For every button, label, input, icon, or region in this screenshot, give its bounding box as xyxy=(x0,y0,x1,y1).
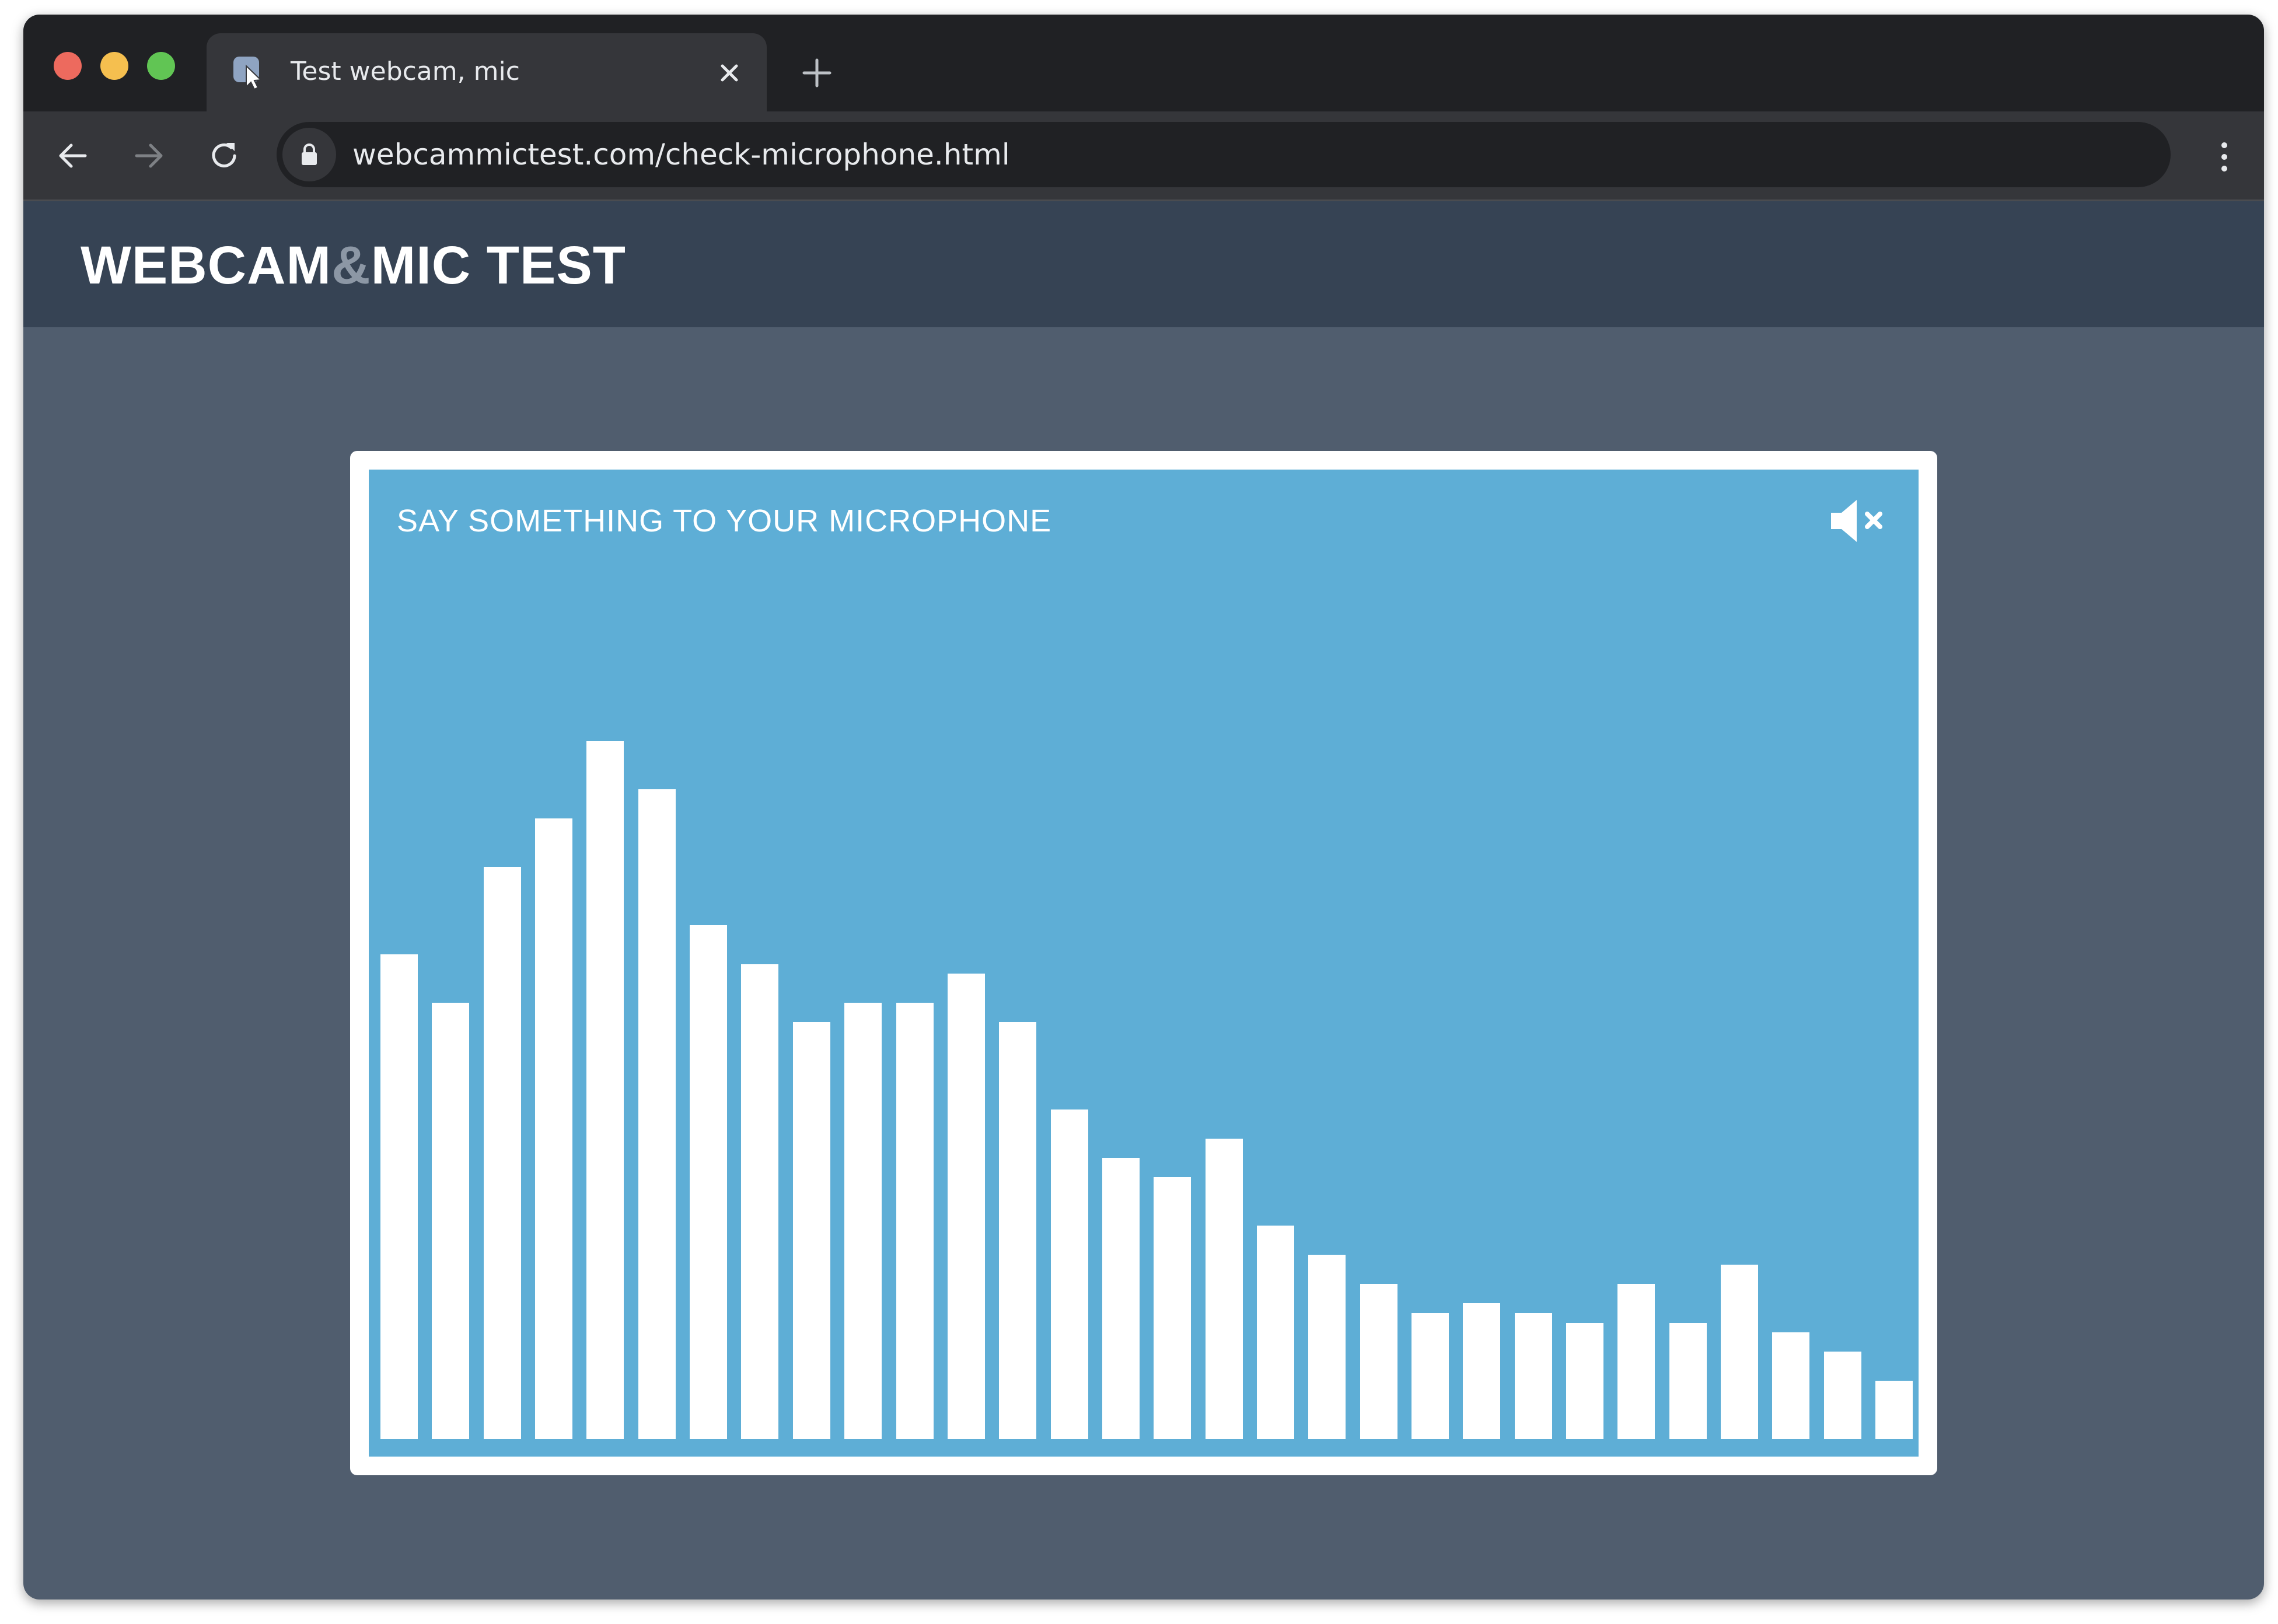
close-icon[interactable] xyxy=(713,57,746,89)
frequency-bar xyxy=(1617,1284,1655,1439)
logo-part2: MIC TEST xyxy=(371,236,626,295)
frequency-bar xyxy=(1051,1110,1088,1439)
frequency-bar xyxy=(1772,1332,1809,1439)
site-logo[interactable]: WEBCAM&MIC TEST xyxy=(81,234,626,297)
url-text[interactable]: webcammictest.com/check-microphone.html xyxy=(352,135,1010,174)
frequency-bar xyxy=(896,1003,934,1439)
frequency-bar xyxy=(999,1022,1036,1439)
browser-toolbar: webcammictest.com/check-microphone.html xyxy=(23,111,2264,201)
frequency-bar xyxy=(1102,1158,1140,1439)
tab-strip: Test webcam, mic xyxy=(23,15,2264,111)
frequency-bar xyxy=(1566,1323,1603,1439)
frequency-bar xyxy=(432,1003,469,1439)
frequency-bar xyxy=(1360,1284,1397,1439)
frequency-bar xyxy=(1257,1226,1294,1439)
close-window-button[interactable] xyxy=(54,52,82,80)
frequency-bar xyxy=(380,954,418,1439)
frequency-bar xyxy=(1721,1265,1758,1439)
arrow-right-icon[interactable] xyxy=(131,137,168,174)
frequency-bar xyxy=(1411,1313,1449,1439)
site-header: WEBCAM&MIC TEST xyxy=(23,201,2264,327)
plus-icon[interactable] xyxy=(799,55,834,90)
frequency-bar xyxy=(741,964,778,1439)
frequency-bar xyxy=(1824,1352,1861,1439)
frequency-bar xyxy=(1154,1177,1191,1439)
minimize-window-button[interactable] xyxy=(100,52,128,80)
tab-title: Test webcam, mic xyxy=(291,57,520,86)
browser-tab[interactable]: Test webcam, mic xyxy=(207,33,767,111)
panel-title: SAY SOMETHING TO YOUR MICROPHONE xyxy=(397,503,1052,538)
frequency-bar xyxy=(484,867,521,1439)
logo-part1: WEBCAM xyxy=(81,236,332,295)
frequency-bar xyxy=(1669,1323,1707,1439)
frequency-bar xyxy=(638,789,676,1439)
frequency-bar xyxy=(1875,1381,1913,1439)
frequency-bar xyxy=(1515,1313,1552,1439)
frequency-bar xyxy=(1206,1139,1243,1439)
microphone-test-panel: SAY SOMETHING TO YOUR MICROPHONE xyxy=(350,451,1937,1475)
address-bar[interactable]: webcammictest.com/check-microphone.html xyxy=(277,122,2171,187)
frequency-bar xyxy=(1308,1255,1346,1439)
site-info-button[interactable] xyxy=(282,128,336,181)
arrow-left-icon[interactable] xyxy=(54,137,91,174)
more-vertical-icon[interactable] xyxy=(2213,138,2236,176)
speaker-muted-icon[interactable] xyxy=(1826,495,1891,547)
audio-visualizer: SAY SOMETHING TO YOUR MICROPHONE xyxy=(369,470,1919,1457)
frequency-bar xyxy=(690,925,727,1439)
frequency-bar xyxy=(844,1003,882,1439)
lock-icon xyxy=(302,144,317,165)
reload-icon[interactable] xyxy=(205,137,243,174)
browser-window: Test webcam, mic webcammictest.com/check… xyxy=(23,15,2264,1600)
frequency-bar xyxy=(1463,1303,1500,1439)
frequency-bar xyxy=(948,974,985,1439)
logo-ampersand: & xyxy=(331,236,371,295)
maximize-window-button[interactable] xyxy=(147,52,175,80)
frequency-bar xyxy=(535,818,572,1439)
frequency-bar xyxy=(793,1022,830,1439)
site-favicon-icon xyxy=(233,57,263,90)
frequency-bar xyxy=(586,741,624,1439)
frequency-bars xyxy=(369,470,1919,1457)
